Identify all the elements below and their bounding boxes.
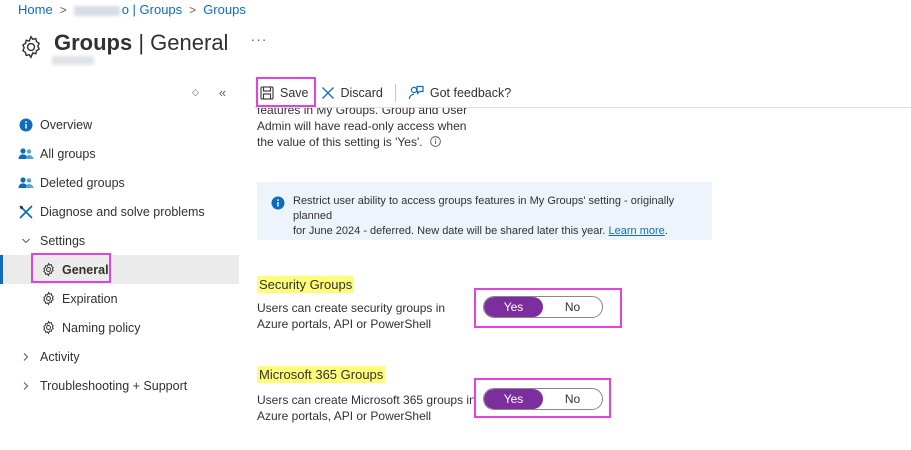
sidebar-item-label: Troubleshooting + Support [40, 378, 188, 393]
command-bar: Save Discard Got feedback? [254, 78, 911, 108]
info-banner-text: for June 2024 - deferred. New date will … [293, 225, 606, 237]
breadcrumb: Home > o | Groups > Groups [18, 2, 246, 17]
close-icon [321, 86, 334, 99]
page-header: Groups | General ··· [18, 26, 267, 60]
sidebar-item-naming-policy[interactable]: Naming policy [0, 313, 239, 342]
sidebar-item-label: Diagnose and solve problems [40, 204, 205, 219]
breadcrumb-groups[interactable]: Groups [203, 2, 246, 17]
sidebar-controls: ◇ « [192, 85, 226, 100]
highlight-save [256, 77, 316, 107]
chevron-down-icon [18, 233, 34, 249]
sidebar-item-all-groups[interactable]: All groups [0, 139, 239, 168]
feedback-icon [408, 85, 424, 100]
discard-button[interactable]: Discard [315, 79, 389, 107]
security-groups-description: Users can create security groups in Azur… [257, 301, 446, 331]
sidebar-item-troubleshooting[interactable]: Troubleshooting + Support [0, 371, 239, 400]
people-icon [18, 146, 34, 162]
info-icon [18, 117, 34, 133]
sidebar-item-label: All groups [40, 146, 96, 161]
info-tooltip-icon[interactable] [430, 136, 441, 147]
more-options-icon[interactable]: ··· [250, 31, 267, 47]
feedback-button[interactable]: Got feedback? [402, 79, 517, 107]
chevron-right-icon [18, 349, 34, 365]
redacted-tenant-name [73, 5, 120, 16]
redacted-subtitle [52, 56, 94, 65]
sidebar-item-activity[interactable]: Activity [0, 342, 239, 371]
expand-collapse-icon[interactable]: ◇ [192, 87, 199, 100]
sidebar-item-label: Overview [40, 117, 93, 132]
sidebar-item-diagnose[interactable]: Diagnose and solve problems [0, 197, 239, 226]
m365-groups-title: Microsoft 365 Groups [257, 366, 386, 383]
feedback-button-label: Got feedback? [429, 85, 512, 100]
sidebar-item-label: Activity [40, 349, 80, 364]
breadcrumb-tenant-groups[interactable]: o | Groups [73, 2, 182, 17]
sidebar-item-label: Naming policy [62, 320, 141, 335]
highlight-general [31, 253, 111, 283]
info-banner-text: Restrict user ability to access groups f… [293, 195, 675, 222]
info-banner: Restrict user ability to access groups f… [257, 182, 712, 240]
sidebar-item-expiration[interactable]: Expiration [0, 284, 239, 313]
people-icon [18, 175, 34, 191]
discard-button-label: Discard [340, 85, 383, 100]
gear-icon [40, 291, 56, 307]
sidebar-item-overview[interactable]: Overview [0, 110, 239, 139]
gear-icon [40, 320, 56, 336]
sidebar-item-label: Expiration [62, 291, 118, 306]
sidebar-item-label: Settings [40, 233, 86, 248]
sidebar-item-label: Deleted groups [40, 175, 125, 190]
page-title: Groups | General [54, 30, 229, 55]
breadcrumb-home[interactable]: Home [18, 2, 53, 17]
toolbar-divider [394, 83, 396, 102]
wrench-icon [18, 204, 34, 220]
gear-icon [21, 35, 41, 59]
highlight-security-toggle [474, 288, 622, 328]
breadcrumb-separator: > [189, 2, 197, 17]
security-groups-title: Security Groups [257, 276, 355, 293]
highlight-m365-toggle [474, 378, 611, 418]
chevron-right-icon [18, 378, 34, 394]
sidebar-item-settings[interactable]: Settings [0, 226, 239, 255]
setting-description-partial: features in My Groups. Group and User Ad… [257, 108, 468, 149]
sidebar-item-deleted-groups[interactable]: Deleted groups [0, 168, 239, 197]
breadcrumb-separator: > [59, 2, 67, 17]
learn-more-link[interactable]: Learn more [609, 225, 665, 237]
m365-groups-description: Users can create Microsoft 365 groups in… [257, 393, 476, 423]
info-icon [271, 196, 285, 210]
collapse-sidebar-icon[interactable]: « [219, 85, 226, 100]
